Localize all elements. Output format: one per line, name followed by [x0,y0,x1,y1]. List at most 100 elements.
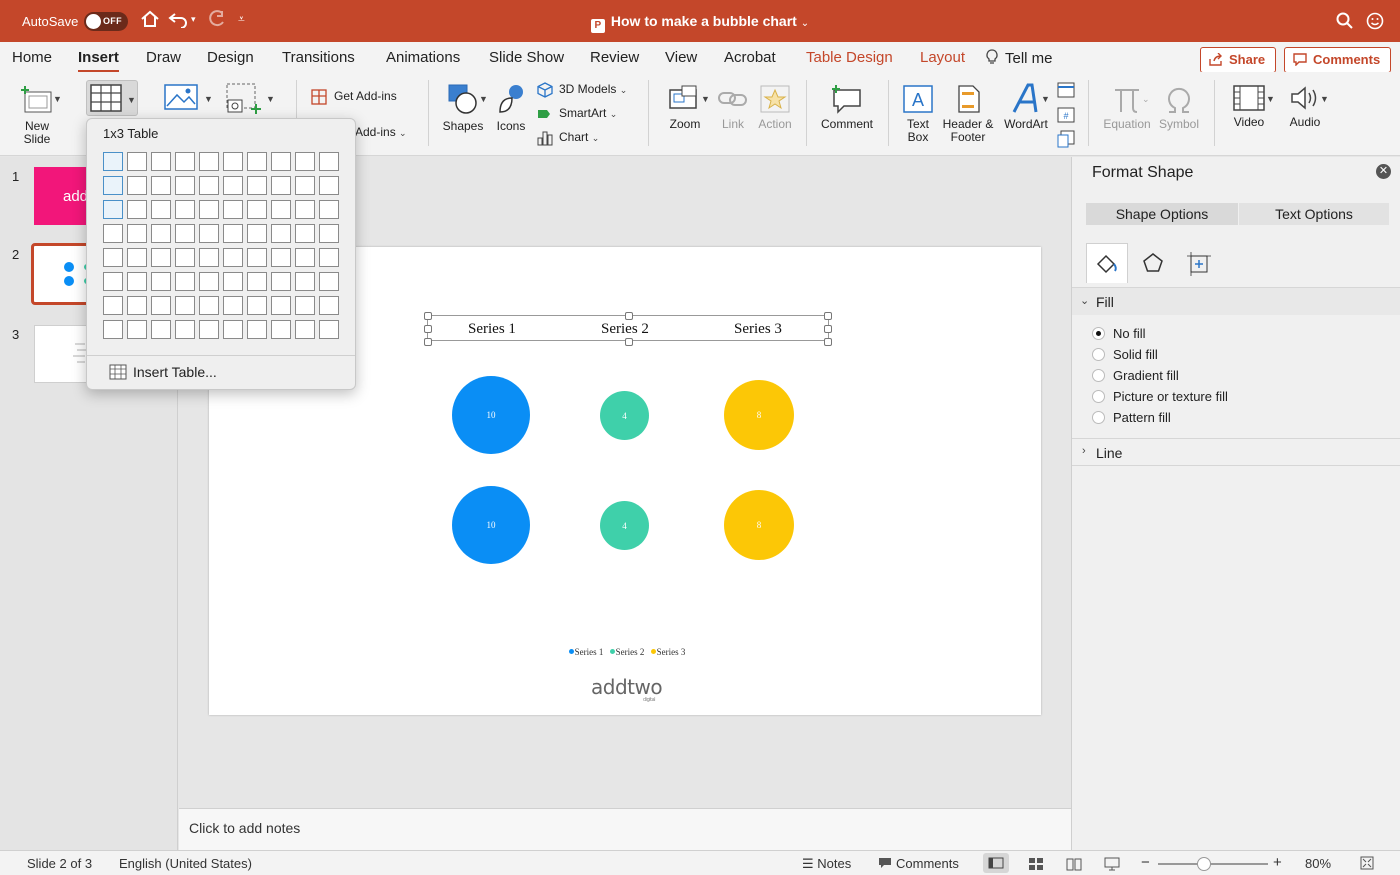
fill-line-tab[interactable] [1086,243,1128,283]
resize-handle[interactable] [424,325,432,333]
chart-button[interactable]: Chart ⌄ [537,130,599,146]
table-grid-cell[interactable] [151,320,171,339]
comments-toggle[interactable]: Comments [878,856,959,871]
table-grid-cell[interactable] [175,320,195,339]
table-grid-cell[interactable] [151,296,171,315]
resize-handle[interactable] [424,312,432,320]
bubble-series-2[interactable]: 4 [600,501,649,550]
zoom-dropdown-icon[interactable]: ▼ [701,94,710,104]
table-grid-cell[interactable] [247,152,267,171]
header-footer-button[interactable]: Header & Footer [940,84,996,144]
table-grid-cell[interactable] [271,320,291,339]
zoom-slider-knob[interactable] [1197,857,1212,871]
tab-slide-show[interactable]: Slide Show [489,49,564,66]
title-chevron-icon[interactable]: ⌄ [801,18,809,29]
series-table[interactable]: Series 1 Series 2 Series 3 [424,312,832,346]
table-grid-cell[interactable] [151,248,171,267]
resize-handle[interactable] [824,312,832,320]
table-grid-cell[interactable] [175,272,195,291]
insert-table-menu-item[interactable]: Insert Table... [109,364,217,380]
table-cell-series-2[interactable]: Series 2 [601,321,649,338]
table-grid-cell[interactable] [103,248,123,267]
table-grid-cell[interactable] [247,176,267,195]
bubble-series-1[interactable]: 10 [452,486,530,564]
audio-button[interactable]: Audio [1282,84,1328,129]
table-grid-cell[interactable] [223,152,243,171]
table-grid-cell[interactable] [319,272,339,291]
table-grid-cell[interactable] [175,296,195,315]
shapes-button[interactable]: Shapes [438,82,488,133]
shape-options-tab[interactable]: Shape Options [1086,203,1238,225]
normal-view-button[interactable] [983,853,1009,873]
table-grid-cell[interactable] [271,248,291,267]
table-grid-cell[interactable] [199,320,219,339]
zoom-in-icon[interactable]: + [1273,854,1282,871]
smiley-feedback-icon[interactable] [1366,12,1384,33]
table-grid-cell[interactable] [175,200,195,219]
table-grid-cell[interactable] [295,176,315,195]
size-properties-tab[interactable] [1178,243,1220,283]
table-grid-cell[interactable] [247,200,267,219]
tab-draw[interactable]: Draw [146,49,181,66]
bubble-series-1[interactable]: 10 [452,376,530,454]
tab-table-design[interactable]: Table Design [806,49,893,66]
tab-transitions[interactable]: Transitions [282,49,355,66]
table-grid-cell[interactable] [151,152,171,171]
table-grid-cell[interactable] [199,248,219,267]
table-grid-cell[interactable] [175,224,195,243]
slide-number-button[interactable]: # [1057,106,1075,127]
table-grid-cell[interactable] [247,224,267,243]
table-grid-cell[interactable] [223,200,243,219]
table-grid-cell[interactable] [199,296,219,315]
table-grid-cell[interactable] [199,224,219,243]
table-grid-cell[interactable] [103,224,123,243]
table-grid-cell[interactable] [271,224,291,243]
table-grid-cell[interactable] [247,296,267,315]
table-grid-cell[interactable] [271,176,291,195]
tab-layout[interactable]: Layout [920,49,965,66]
resize-handle[interactable] [424,338,432,346]
tab-insert[interactable]: Insert [78,49,119,73]
table-grid-cell[interactable] [319,224,339,243]
table-grid-cell[interactable] [295,200,315,219]
table-grid-cell[interactable] [151,272,171,291]
table-button[interactable]: ▼ [86,80,138,116]
text-options-tab[interactable]: Text Options [1239,203,1389,225]
effects-tab[interactable] [1132,243,1174,283]
notes-pane[interactable]: Click to add notes [179,808,1071,850]
fill-option-picture[interactable]: Picture or texture fill [1092,389,1228,404]
table-grid-cell[interactable] [247,248,267,267]
table-grid-cell[interactable] [223,248,243,267]
table-grid-cell[interactable] [223,224,243,243]
table-grid-cell[interactable] [319,248,339,267]
audio-dropdown-icon[interactable]: ▼ [1320,94,1329,104]
table-grid-cell[interactable] [103,200,123,219]
table-grid-cell[interactable] [127,248,147,267]
table-grid-cell[interactable] [151,200,171,219]
table-grid-cell[interactable] [175,152,195,171]
notes-toggle[interactable]: ☰ Notes [802,856,851,872]
table-grid-cell[interactable] [247,320,267,339]
fill-section-header[interactable]: ⌄ Fill [1072,287,1400,315]
table-grid-cell[interactable] [127,296,147,315]
bubble-series-3[interactable]: 8 [724,380,794,450]
table-grid-cell[interactable] [295,224,315,243]
table-grid-cell[interactable] [319,296,339,315]
notes-placeholder[interactable]: Click to add notes [189,820,300,836]
line-section-header[interactable]: › Line [1072,438,1400,466]
object-button[interactable] [1057,130,1075,151]
table-grid-cell[interactable] [199,152,219,171]
table-grid-cell[interactable] [127,224,147,243]
table-grid-cell[interactable] [319,152,339,171]
table-grid-cell[interactable] [271,152,291,171]
get-addins-button[interactable]: Get Add-ins [310,88,397,106]
table-grid-cell[interactable] [199,272,219,291]
share-button[interactable]: Share [1200,47,1277,73]
search-icon[interactable] [1336,12,1354,33]
table-grid-cell[interactable] [295,152,315,171]
date-time-button[interactable] [1057,80,1075,101]
table-grid-cell[interactable] [175,176,195,195]
table-grid-cell[interactable] [199,176,219,195]
fill-option-no-fill[interactable]: No fill [1092,326,1146,341]
table-grid-cell[interactable] [175,248,195,267]
